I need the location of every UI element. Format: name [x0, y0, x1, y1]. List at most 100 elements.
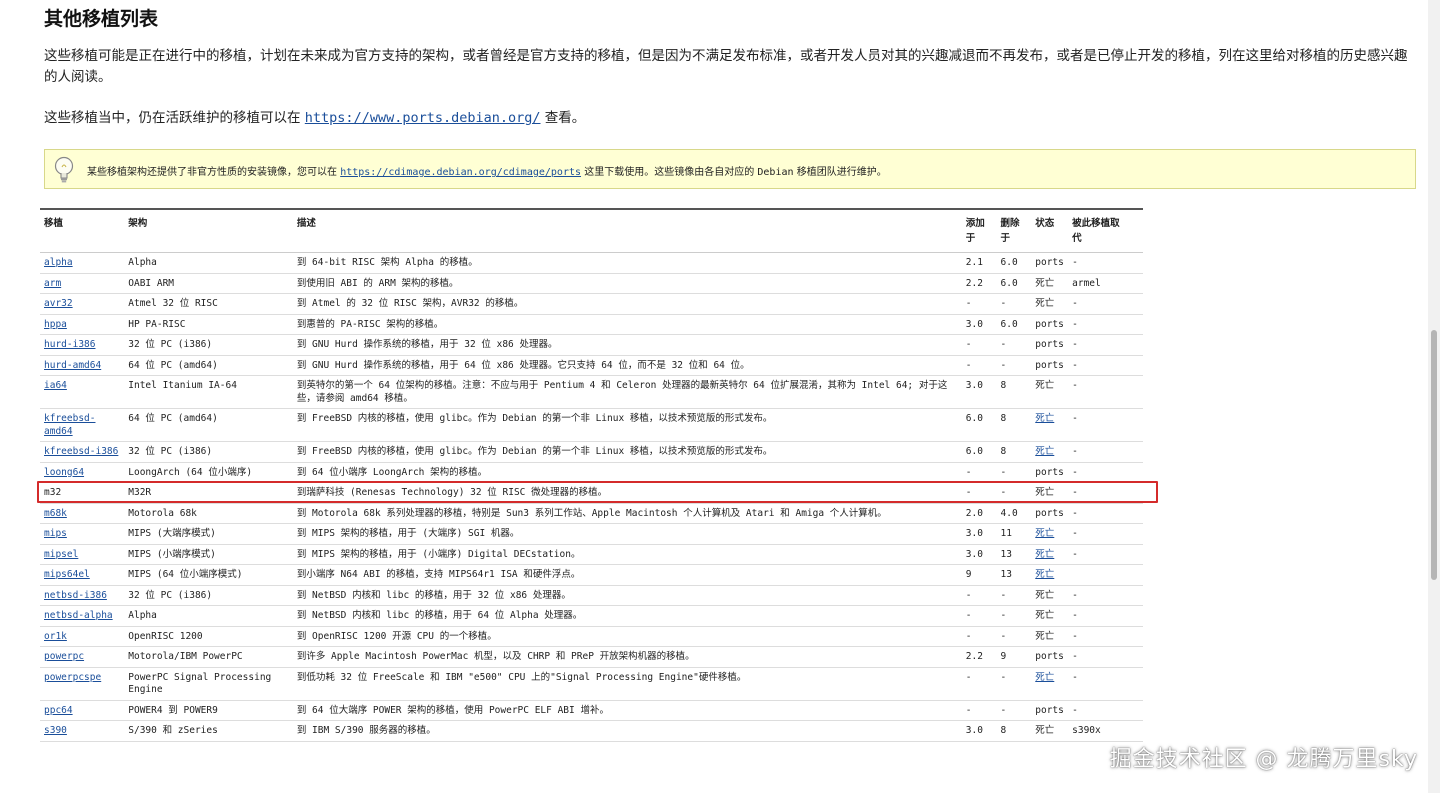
port-link[interactable]: powerpc — [44, 651, 84, 662]
status-link[interactable]: 死亡 — [1035, 413, 1054, 424]
table-row: powerpcspe PowerPC Signal Processing Engi… — [40, 667, 1143, 701]
cell-added: 3.0 — [961, 523, 997, 545]
cell-port[interactable]: netbsd-alpha — [40, 605, 125, 627]
port-link[interactable]: arm — [44, 278, 61, 289]
cell-port[interactable]: netbsd-i386 — [40, 585, 125, 606]
cell-arch: MIPS (64 位小端序模式) — [124, 564, 293, 586]
table-row: mips MIPS (大端序模式) 到 MIPS 架构的移植，用于 (大端序) SG… — [40, 523, 1143, 545]
header-port: 移植 — [40, 209, 125, 253]
port-link[interactable]: avr32 — [44, 298, 73, 309]
port-link[interactable]: alpha — [44, 257, 73, 268]
cell-status[interactable]: 死亡 — [1031, 544, 1069, 565]
cell-added: - — [961, 667, 997, 701]
cell-arch: OABI ARM — [124, 273, 293, 294]
cell-arch: S/390 和 zSeries — [124, 720, 293, 742]
cell-desc: 到 64 位小端序 LoongArch 架构的移植。 — [292, 462, 962, 483]
port-link[interactable]: netbsd-i386 — [44, 590, 107, 601]
cell-port[interactable]: alpha — [40, 252, 125, 274]
port-link[interactable]: mipsel — [44, 549, 78, 560]
cell-status: 死亡 — [1031, 585, 1069, 606]
cell-replaced: - — [1068, 355, 1143, 376]
cell-status[interactable]: 死亡 — [1031, 441, 1069, 463]
port-link[interactable]: ppc64 — [44, 705, 73, 716]
cell-replaced: - — [1068, 462, 1143, 483]
table-header-row: 移植 架构 描述 添加于 删除于 状态 被此移植取代 — [40, 209, 1143, 253]
cell-port[interactable]: s390 — [40, 720, 125, 742]
cell-status: 死亡 — [1031, 482, 1069, 504]
cell-added: - — [961, 482, 997, 504]
cell-added: - — [961, 585, 997, 606]
port-link[interactable]: hurd-i386 — [44, 339, 95, 350]
port-link[interactable]: kfreebsd-i386 — [44, 446, 118, 457]
port-link[interactable]: mips64el — [44, 569, 90, 580]
cell-desc: 到瑞萨科技 (Renesas Technology) 32 位 RISC 微处理… — [292, 482, 962, 504]
cell-desc: 到 64 位大端序 POWER 架构的移植，使用 PowerPC ELF ABI… — [292, 700, 962, 721]
cell-arch: 32 位 PC (i386) — [124, 334, 293, 356]
cell-port[interactable]: mipsel — [40, 544, 125, 565]
cell-port[interactable]: mips64el — [40, 564, 125, 586]
scrollbar-thumb[interactable] — [1431, 330, 1437, 580]
cell-status[interactable]: 死亡 — [1031, 523, 1069, 545]
scrollbar[interactable] — [1428, 0, 1440, 793]
port-link[interactable]: m68k — [44, 508, 67, 519]
port-link[interactable]: s390 — [44, 725, 67, 736]
cell-port[interactable]: kfreebsd-i386 — [40, 441, 125, 463]
port-link[interactable]: hurd-amd64 — [44, 360, 101, 371]
port-link[interactable]: or1k — [44, 631, 67, 642]
cell-desc: 到 FreeBSD 内核的移植，使用 glibc。作为 Debian 的第一个非… — [292, 408, 962, 442]
table-row: netbsd-alpha Alpha 到 NetBSD 内核和 libc 的移植，用… — [40, 605, 1143, 627]
cell-port[interactable]: hurd-i386 — [40, 334, 125, 356]
cell-desc: 到 IBM S/390 服务器的移植。 — [292, 720, 962, 742]
cell-arch: Motorola/IBM PowerPC — [124, 646, 293, 668]
cell-desc: 到英特尔的第一个 64 位架构的移植。注意：不应与用于 Pentium 4 和 … — [292, 375, 962, 409]
cell-removed: 8 — [996, 375, 1032, 409]
port-link[interactable]: netbsd-alpha — [44, 610, 113, 621]
cell-port[interactable]: mips — [40, 523, 125, 545]
cell-replaced: - — [1068, 252, 1143, 274]
cell-added: 2.2 — [961, 646, 997, 668]
cell-port[interactable]: kfreebsd-amd64 — [40, 408, 125, 442]
ports-debian-link[interactable]: https://www.ports.debian.org/ — [305, 110, 541, 126]
cell-status: 死亡 — [1031, 273, 1069, 294]
cell-port[interactable]: ia64 — [40, 375, 125, 409]
cell-port[interactable]: m68k — [40, 503, 125, 524]
status-link[interactable]: 死亡 — [1035, 528, 1054, 539]
port-link[interactable]: mips — [44, 528, 67, 539]
cell-removed: - — [996, 667, 1032, 701]
cell-port[interactable]: ppc64 — [40, 700, 125, 721]
cell-removed: - — [996, 334, 1032, 356]
cell-arch: Alpha — [124, 252, 293, 274]
active-ports-paragraph: 这些移植当中，仍在活跃维护的移植可以在 https://www.ports.de… — [44, 108, 1419, 129]
cell-port[interactable]: arm — [40, 273, 125, 294]
cell-port[interactable]: hppa — [40, 314, 125, 335]
status-link[interactable]: 死亡 — [1035, 446, 1054, 457]
status-link[interactable]: 死亡 — [1035, 569, 1054, 580]
cell-status[interactable]: 死亡 — [1031, 667, 1069, 701]
port-link[interactable]: hppa — [44, 319, 67, 330]
cell-arch: MIPS (大端序模式) — [124, 523, 293, 545]
cell-status[interactable]: 死亡 — [1031, 564, 1069, 586]
cell-arch: PowerPC Signal Processing Engine — [124, 667, 293, 701]
cell-removed: 6.0 — [996, 314, 1032, 335]
cell-port[interactable]: avr32 — [40, 293, 125, 315]
cell-port[interactable]: loong64 — [40, 462, 125, 483]
watermark: 掘金技术社区 @ 龙腾万里sky — [1109, 747, 1418, 772]
cell-arch: Motorola 68k — [124, 503, 293, 524]
cell-arch: M32R — [124, 482, 293, 504]
lightbulb-icon — [54, 156, 74, 183]
cell-port[interactable]: powerpc — [40, 646, 125, 668]
cdimage-ports-link[interactable]: https://cdimage.debian.org/cdimage/ports — [340, 167, 581, 178]
cell-port[interactable]: powerpcspe — [40, 667, 125, 701]
port-link[interactable]: kfreebsd-amd64 — [44, 413, 95, 437]
status-link[interactable]: 死亡 — [1035, 672, 1054, 683]
cell-desc: 到使用旧 ABI 的 ARM 架构的移植。 — [292, 273, 962, 294]
port-link[interactable]: loong64 — [44, 467, 84, 478]
cell-port[interactable]: or1k — [40, 626, 125, 647]
port-link[interactable]: powerpcspe — [44, 672, 101, 683]
cell-desc: 到 GNU Hurd 操作系统的移植，用于 32 位 x86 处理器。 — [292, 334, 962, 356]
status-link[interactable]: 死亡 — [1035, 549, 1054, 560]
cell-port[interactable]: hurd-amd64 — [40, 355, 125, 376]
cell-status[interactable]: 死亡 — [1031, 408, 1069, 442]
cell-replaced: - — [1068, 700, 1143, 721]
port-link[interactable]: ia64 — [44, 380, 67, 391]
